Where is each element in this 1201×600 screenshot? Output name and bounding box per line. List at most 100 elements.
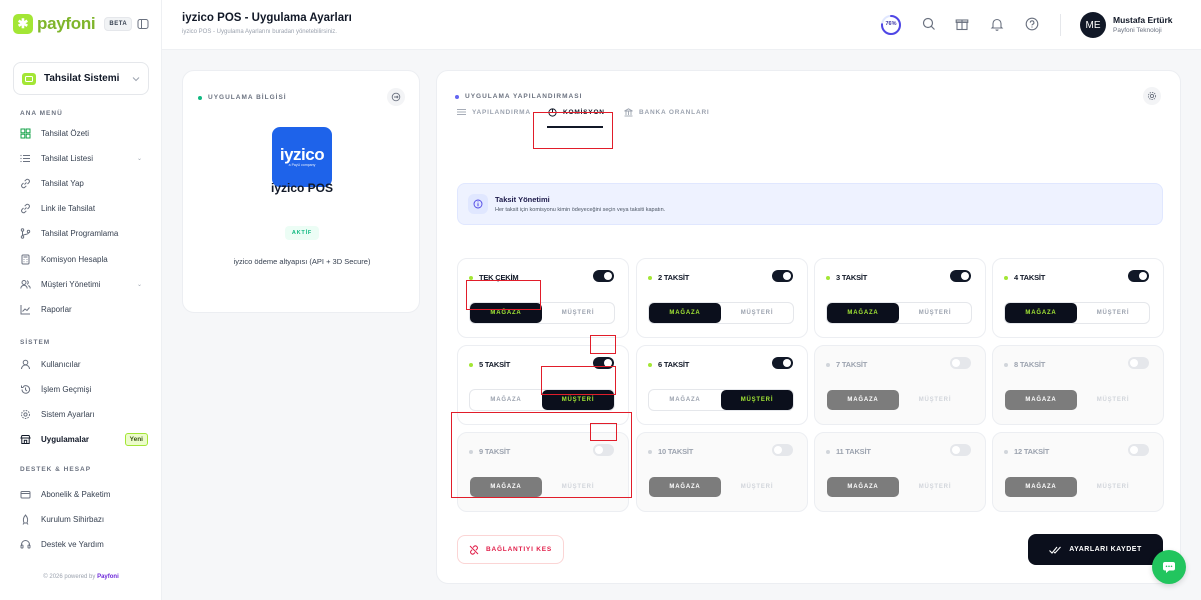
payer-option-customer[interactable]: MÜŞTERİ — [721, 477, 793, 497]
help-icon[interactable] — [1024, 16, 1040, 32]
gift-icon[interactable] — [954, 16, 970, 32]
app-logo-tagline: a PayU company — [288, 163, 316, 167]
installment-status-dot — [648, 362, 652, 367]
payer-option-customer[interactable]: MÜŞTERİ — [542, 303, 614, 323]
chevron-down-icon — [132, 76, 140, 81]
info-description: Her taksit için komisyonu kimin ödeyeceğ… — [495, 207, 666, 213]
installment-toggle[interactable] — [950, 357, 971, 369]
sidebar-collapse-icon[interactable] — [137, 18, 149, 30]
payer-option-store[interactable]: MAĞAZA — [827, 390, 899, 410]
header-divider — [1060, 14, 1061, 36]
user-name[interactable]: Mustafa Ertürk — [1113, 15, 1173, 25]
save-settings-button[interactable]: AYARLARI KAYDET — [1028, 534, 1163, 565]
setup-progress[interactable]: 76% — [880, 14, 902, 36]
sidebar-item-komisyon-hesapla[interactable]: Komisyon Hesapla — [20, 251, 148, 267]
app-name: iyzico POS — [270, 181, 334, 195]
sidebar-item-label: Tahsilat Yap — [41, 178, 84, 188]
installment-toggle[interactable] — [772, 444, 793, 456]
sidebar-item-label: Uygulamalar — [41, 434, 90, 444]
sidebar-item-kullanicilar[interactable]: Kullanıcılar — [20, 356, 148, 372]
sidebar-item-islem-gecmisi[interactable]: İşlem Geçmişi — [20, 381, 148, 397]
tab-bank-rates[interactable]: BANKA ORANLARI — [624, 104, 710, 120]
commission-payer-selector: MAĞAZA MÜŞTERİ — [648, 389, 794, 411]
search-icon[interactable] — [921, 16, 937, 32]
payer-option-customer[interactable]: MÜŞTERİ — [899, 303, 971, 323]
sidebar-item-label: Link ile Tahsilat — [41, 204, 96, 214]
installment-toggle[interactable] — [593, 357, 614, 369]
bell-icon[interactable] — [989, 16, 1005, 32]
sidebar-item-tahsilat-programlama[interactable]: Tahsilat Programlama — [20, 226, 148, 242]
payer-option-store[interactable]: MAĞAZA — [827, 477, 899, 497]
payer-option-store[interactable]: MAĞAZA — [1005, 390, 1077, 410]
headset-icon — [20, 539, 31, 550]
installment-toggle[interactable] — [593, 444, 614, 456]
payer-option-customer[interactable]: MÜŞTERİ — [1077, 477, 1149, 497]
chat-button[interactable] — [1152, 550, 1186, 584]
users-icon — [20, 279, 31, 290]
payer-option-store[interactable]: MAĞAZA — [470, 390, 542, 410]
user-icon — [20, 359, 31, 370]
commission-payer-selector: MAĞAZA MÜŞTERİ — [469, 389, 615, 411]
payer-option-store[interactable]: MAĞAZA — [1005, 303, 1077, 323]
commission-payer-selector: MAĞAZA MÜŞTERİ — [1004, 476, 1150, 498]
payer-option-store[interactable]: MAĞAZA — [827, 303, 899, 323]
payer-option-customer[interactable]: MÜŞTERİ — [721, 303, 793, 323]
payer-option-customer[interactable]: MÜŞTERİ — [899, 390, 971, 410]
sidebar-item-raporlar[interactable]: Raporlar — [20, 301, 148, 317]
installment-toggle[interactable] — [1128, 270, 1149, 282]
info-icon — [468, 194, 488, 214]
installment-toggle[interactable] — [593, 270, 614, 282]
installment-toggle[interactable] — [1128, 357, 1149, 369]
list-icon — [20, 153, 31, 164]
installment-toggle[interactable] — [772, 270, 793, 282]
payer-option-store[interactable]: MAĞAZA — [649, 477, 721, 497]
installment-toggle[interactable] — [950, 444, 971, 456]
sidebar-item-link-ile-tahsilat[interactable]: Link ile Tahsilat — [20, 201, 148, 217]
asterisk-icon: ✱ — [13, 14, 33, 34]
installment-label: 12 TAKSİT — [1004, 447, 1049, 456]
payer-option-customer[interactable]: MÜŞTERİ — [721, 390, 793, 410]
sidebar-item-kurulum-sihirbazi[interactable]: Kurulum Sihirbazı — [20, 511, 148, 527]
payer-option-store[interactable]: MAĞAZA — [649, 303, 721, 323]
brand-logo[interactable]: ✱ payfoni BETA — [13, 14, 133, 34]
sidebar-item-abonelik-paketim[interactable]: Abonelik & Paketim — [20, 486, 148, 502]
sidebar-item-uygulamalar[interactable]: Uygulamalar Yeni — [20, 431, 148, 447]
wizard-icon — [20, 513, 31, 525]
payer-option-customer[interactable]: MÜŞTERİ — [1077, 303, 1149, 323]
commission-payer-selector: MAĞAZA MÜŞTERİ — [648, 302, 794, 324]
commission-payer-selector: MAĞAZA MÜŞTERİ — [469, 476, 615, 498]
sidebar-item-tahsilat-listesi[interactable]: Tahsilat Listesi ⌄ — [20, 150, 148, 166]
config-settings-button[interactable] — [1143, 87, 1161, 105]
installment-label: 2 TAKSİT — [648, 273, 689, 282]
payer-option-customer[interactable]: MÜŞTERİ — [542, 477, 614, 497]
installment-status-dot — [826, 449, 830, 454]
disconnect-button[interactable]: BAĞLANTIYI KES — [457, 535, 564, 564]
system-selector[interactable]: Tahsilat Sistemi — [13, 62, 149, 95]
installment-toggle[interactable] — [772, 357, 793, 369]
payer-option-customer[interactable]: MÜŞTERİ — [899, 477, 971, 497]
payer-option-customer[interactable]: MÜŞTERİ — [542, 390, 614, 410]
commission-payer-selector: MAĞAZA MÜŞTERİ — [826, 302, 972, 324]
installment-toggle[interactable] — [1128, 444, 1149, 456]
tab-configuration[interactable]: YAPILANDIRMA — [457, 104, 531, 120]
sidebar-item-tahsilat-yap[interactable]: Tahsilat Yap — [20, 175, 148, 191]
nav-section-system: SİSTEM — [20, 339, 51, 346]
grid-icon — [20, 128, 31, 139]
sidebar-item-label: Kurulum Sihirbazı — [41, 514, 105, 524]
payer-option-store[interactable]: MAĞAZA — [470, 477, 542, 497]
installment-card-6-taksit: 6 TAKSİT MAĞAZA MÜŞTERİ — [636, 345, 808, 425]
sidebar-item-destek-ve-yardim[interactable]: Destek ve Yardım — [20, 536, 148, 552]
tab-commission[interactable]: KOMİSYON — [548, 104, 605, 120]
sidebar-item-musteri-yonetimi[interactable]: Müşteri Yönetimi ⌄ — [20, 276, 148, 292]
calculator-icon — [20, 254, 31, 265]
payer-option-store[interactable]: MAĞAZA — [1005, 477, 1077, 497]
payer-option-customer[interactable]: MÜŞTERİ — [1077, 390, 1149, 410]
installment-toggle[interactable] — [950, 270, 971, 282]
sidebar-item-label: Tahsilat Özeti — [41, 128, 90, 138]
avatar[interactable]: ME — [1080, 12, 1106, 38]
payer-option-store[interactable]: MAĞAZA — [470, 303, 542, 323]
sidebar-item-tahsilat-ozeti[interactable]: Tahsilat Özeti — [20, 125, 148, 141]
payer-option-store[interactable]: MAĞAZA — [649, 390, 721, 410]
installment-label: 9 TAKSİT — [469, 447, 510, 456]
sidebar-item-sistem-ayarlari[interactable]: Sistem Ayarları — [20, 406, 148, 422]
